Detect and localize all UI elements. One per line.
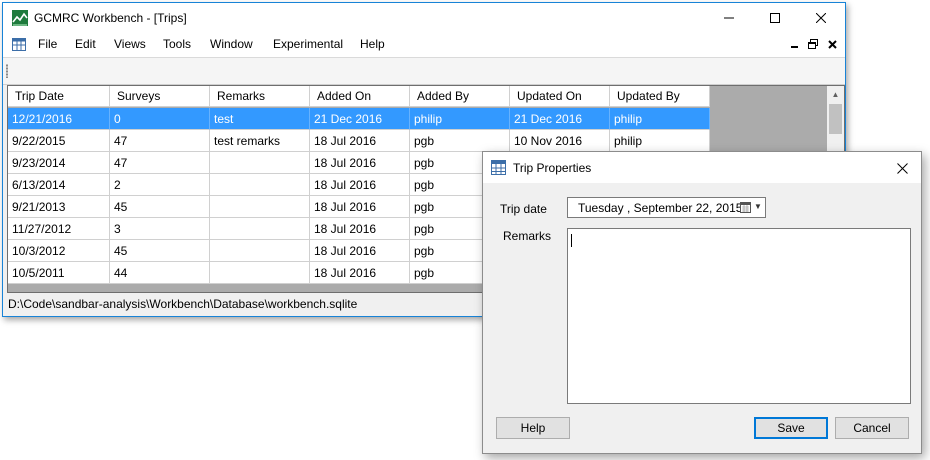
table-row[interactable]: 9/22/2015 47 test remarks 18 Jul 2016 pgb 10 … [8,130,710,152]
column-header-added-on[interactable]: Added On [310,86,410,107]
cell-remarks[interactable] [210,196,310,218]
column-header-trip-date[interactable]: Trip Date [8,86,110,107]
cell-surveys[interactable]: 47 [110,130,210,152]
date-day-segment[interactable]: Tuesday [578,201,624,215]
minimize-button[interactable] [706,3,752,33]
menu-experimental[interactable]: Experimental [273,37,343,51]
cell-added-on[interactable]: 18 Jul 2016 [310,196,410,218]
cell-remarks[interactable] [210,218,310,240]
close-button[interactable] [798,3,844,33]
cell-remarks[interactable] [210,152,310,174]
help-button[interactable]: Help [496,417,570,439]
menu-window[interactable]: Window [210,37,253,51]
scroll-up-arrow-icon[interactable]: ▲ [827,86,844,103]
cell-remarks[interactable]: test remarks [210,130,310,152]
menu-tools[interactable]: Tools [163,37,191,51]
toolbar-grip[interactable] [6,64,8,78]
app-icon [12,10,28,26]
trip-date-picker[interactable]: Tuesday , September 22, 2015 ▼ [567,197,766,218]
column-header-updated-by[interactable]: Updated By [610,86,710,107]
cell-trip-date[interactable]: 10/3/2012 [8,240,110,262]
save-button[interactable]: Save [754,417,828,439]
cell-added-on[interactable]: 18 Jul 2016 [310,218,410,240]
column-header-updated-on[interactable]: Updated On [510,86,610,107]
dialog-title: Trip Properties [513,161,592,175]
child-close-icon[interactable] [828,40,837,49]
cell-trip-date[interactable]: 9/21/2013 [8,196,110,218]
column-header-added-by[interactable]: Added By [410,86,510,107]
cell-trip-date[interactable]: 11/27/2012 [8,218,110,240]
remarks-label: Remarks [503,229,552,243]
trip-date-label: Trip date [500,202,547,216]
cell-trip-date[interactable]: 10/5/2011 [8,262,110,284]
child-minimize-icon[interactable] [791,43,799,49]
cell-added-on[interactable]: 18 Jul 2016 [310,240,410,262]
cell-trip-date[interactable]: 6/13/2014 [8,174,110,196]
cell-added-on[interactable]: 21 Dec 2016 [310,108,410,130]
menu-views[interactable]: Views [114,37,146,51]
title-bar[interactable]: GCMRC Workbench - [Trips] [3,3,845,33]
cell-added-by[interactable]: pgb [410,130,510,152]
close-icon [816,13,826,23]
cell-updated-by[interactable]: philip [610,130,710,152]
menu-help[interactable]: Help [360,37,385,51]
cell-remarks[interactable] [210,262,310,284]
scroll-thumb[interactable] [829,104,842,134]
trip-properties-dialog: Trip Properties Trip date Tuesday , Sept… [482,151,922,454]
cell-surveys[interactable]: 47 [110,152,210,174]
maximize-icon [770,13,780,23]
toolbar [3,58,845,85]
cancel-button[interactable]: Cancel [835,417,909,439]
cell-added-on[interactable]: 18 Jul 2016 [310,262,410,284]
cell-added-by[interactable]: philip [410,108,510,130]
cell-updated-on[interactable]: 10 Nov 2016 [510,130,610,152]
table-icon [491,160,506,175]
cell-remarks[interactable]: test [210,108,310,130]
maximize-button[interactable] [752,3,798,33]
child-restore-icon[interactable] [808,39,818,49]
dialog-title-bar[interactable]: Trip Properties [483,152,921,183]
calendar-icon[interactable] [740,202,751,213]
cell-trip-date[interactable]: 12/21/2016 [8,108,110,130]
column-header-remarks[interactable]: Remarks [210,86,310,107]
cell-trip-date[interactable]: 9/22/2015 [8,130,110,152]
window-title: GCMRC Workbench - [Trips] [34,11,187,25]
cell-updated-on[interactable]: 21 Dec 2016 [510,108,610,130]
cell-remarks[interactable] [210,174,310,196]
chevron-down-icon[interactable]: ▼ [754,202,762,211]
cell-added-on[interactable]: 18 Jul 2016 [310,152,410,174]
mdi-child-icon[interactable] [12,38,26,51]
remarks-textarea[interactable] [567,228,911,404]
cell-surveys[interactable]: 45 [110,240,210,262]
cell-trip-date[interactable]: 9/23/2014 [8,152,110,174]
date-value-segment[interactable]: , September 22, 2015 [627,201,742,215]
cell-remarks[interactable] [210,240,310,262]
menu-file[interactable]: File [38,37,57,51]
cell-added-on[interactable]: 18 Jul 2016 [310,174,410,196]
cell-surveys[interactable]: 45 [110,196,210,218]
minimize-icon [724,17,734,19]
database-path: D:\Code\sandbar-analysis\Workbench\Datab… [8,297,358,311]
cell-surveys[interactable]: 0 [110,108,210,130]
cell-added-on[interactable]: 18 Jul 2016 [310,130,410,152]
dialog-close-button[interactable] [892,158,912,178]
menu-edit[interactable]: Edit [75,37,96,51]
menu-bar: File Edit Views Tools Window Experimenta… [3,33,845,58]
cell-updated-by[interactable]: philip [610,108,710,130]
cell-surveys[interactable]: 3 [110,218,210,240]
close-icon [896,162,908,174]
column-header-surveys[interactable]: Surveys [110,86,210,107]
text-caret [571,234,572,247]
cell-surveys[interactable]: 2 [110,174,210,196]
cell-surveys[interactable]: 44 [110,262,210,284]
table-row[interactable]: 12/21/2016 0 test 21 Dec 2016 philip 21 Dec 2… [8,108,710,130]
